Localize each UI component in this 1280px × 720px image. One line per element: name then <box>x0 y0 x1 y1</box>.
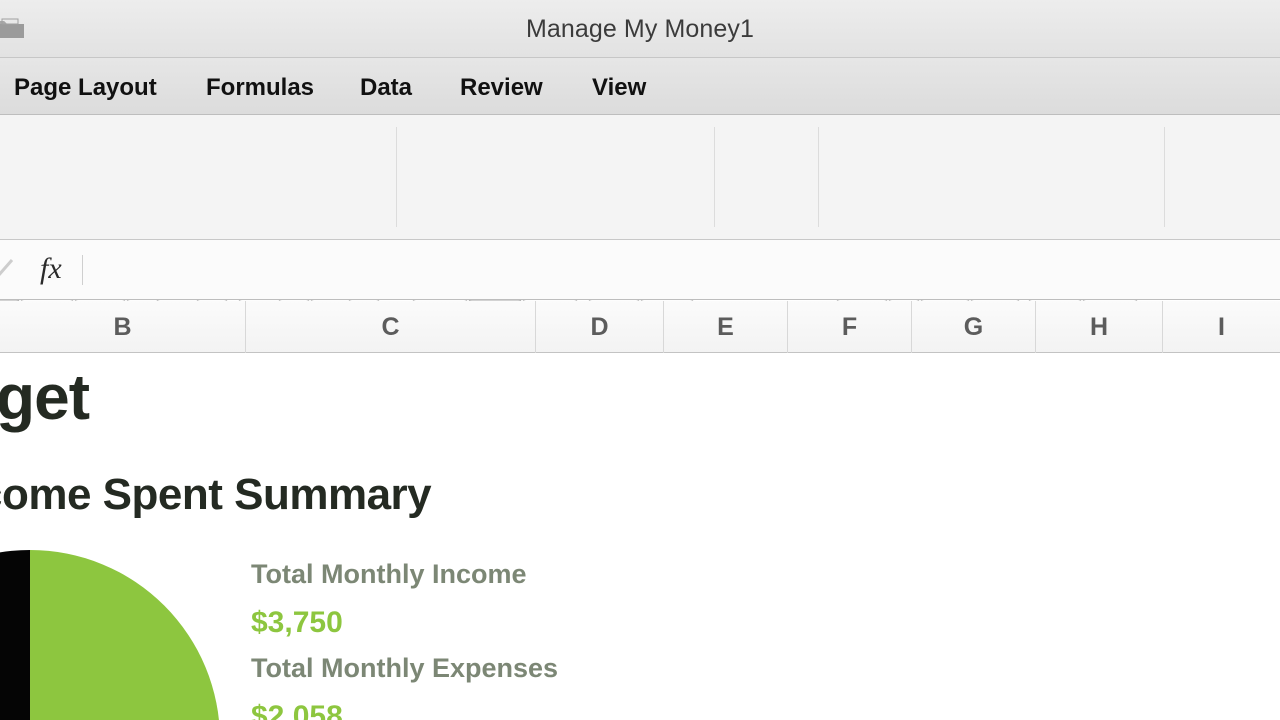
ribbon-group-separator <box>1164 127 1165 227</box>
column-header-c[interactable]: C <box>246 301 536 353</box>
formula-bar: fx <box>0 240 1280 300</box>
accept-checkmark-icon[interactable] <box>0 256 14 282</box>
total-monthly-expenses-label[interactable]: Total Monthly Expenses <box>251 653 558 684</box>
total-monthly-income-value[interactable]: $3,750 <box>251 606 343 640</box>
formula-bar-divider <box>82 255 83 285</box>
tab-view[interactable]: View <box>592 58 646 115</box>
column-header-d[interactable]: D <box>536 301 664 353</box>
total-monthly-income-label[interactable]: Total Monthly Income <box>251 559 527 590</box>
ribbon-tab-bar: Page Layout Formulas Data Review View <box>0 58 1280 115</box>
pie-slice-spent <box>30 550 220 720</box>
window-title: Manage My Money1 <box>525 15 755 43</box>
column-header-f[interactable]: F <box>788 301 912 353</box>
window-title-bar: Manage My Money1 <box>0 0 1280 58</box>
column-header-e[interactable]: E <box>664 301 788 353</box>
column-header-row: B C D E F G H I <box>0 301 1280 353</box>
ribbon-group-separator <box>396 127 397 227</box>
formula-input[interactable] <box>95 253 1270 287</box>
tab-formulas[interactable]: Formulas <box>206 58 314 115</box>
column-header-i[interactable]: I <box>1163 301 1280 353</box>
column-header-h[interactable]: H <box>1036 301 1163 353</box>
tab-review[interactable]: Review <box>460 58 543 115</box>
pie-slice-remaining <box>0 550 30 720</box>
sheet-title[interactable]: get <box>0 360 90 434</box>
ribbon-group-separator <box>714 127 715 227</box>
column-header-b[interactable]: B <box>0 301 246 353</box>
total-monthly-expenses-value[interactable]: $2,058 <box>251 700 343 720</box>
ribbon: al (Body) 12 A A B I U <box>0 115 1280 348</box>
insert-function-icon[interactable]: fx <box>40 252 62 286</box>
column-header-g[interactable]: G <box>912 301 1036 353</box>
spreadsheet-grid[interactable]: get come Spent Summary Total Monthly Inc… <box>0 354 1280 720</box>
tab-data[interactable]: Data <box>360 58 412 115</box>
tab-page-layout[interactable]: Page Layout <box>14 58 157 115</box>
ribbon-group-separator <box>818 127 819 227</box>
sheet-subtitle[interactable]: come Spent Summary <box>0 470 432 520</box>
income-spent-pie-chart[interactable] <box>0 550 220 720</box>
